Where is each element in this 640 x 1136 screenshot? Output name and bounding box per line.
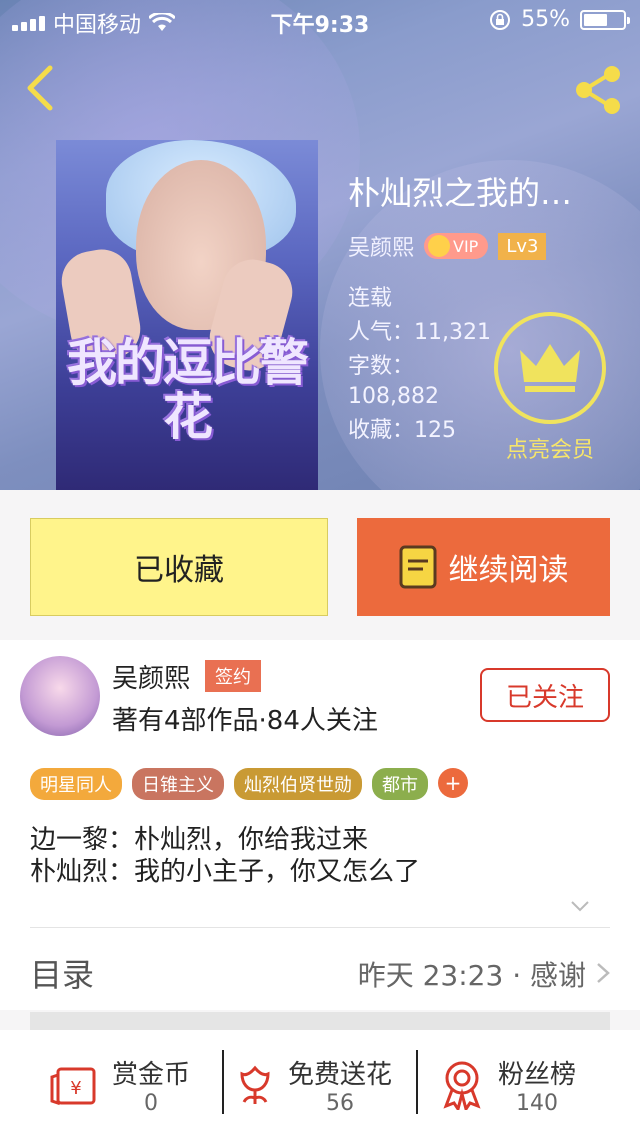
flower-icon [240,1065,270,1104]
serial-status: 连载 [348,286,393,311]
divider [30,927,610,928]
tip-coins-button[interactable]: ¥ 赏金币 0 [48,1050,190,1120]
follow-button[interactable]: 已关注 [480,668,610,722]
tag-item[interactable]: 日锥主义 [132,768,224,800]
book-author[interactable]: 吴颜熙 [348,230,414,262]
chevron-right-icon [597,963,610,983]
divider [416,1050,418,1114]
crown-icon [428,235,451,257]
description-line: 朴灿烈：我的小主子，你又怎么了 [30,857,421,887]
battery-icon [580,9,630,30]
avatar[interactable] [20,656,100,736]
continue-reading-button[interactable]: 继续阅读 [357,518,610,616]
battery-percent: 55% [521,7,570,32]
tag-item[interactable]: 明星同人 [30,768,122,800]
bottom-stats-bar: ¥ 赏金币 0 免费送花 56 粉丝榜 140 [0,1030,640,1136]
book-cover[interactable]: 我的逗比警花 [56,140,318,490]
book-description[interactable]: 边一黎：朴灿烈，你给我过来 朴灿烈：我的小主子，你又怎么了 [30,824,420,888]
svg-text:¥: ¥ [70,1078,81,1099]
section-divider [30,1012,610,1030]
favorited-button[interactable]: 已收藏 [30,518,328,616]
add-tag-button[interactable]: + [438,768,468,798]
tag-item[interactable]: 都市 [372,768,428,800]
book-icon [399,545,436,589]
rotation-lock-icon [490,9,511,30]
author-card[interactable]: 吴颜熙 签约 著有4部作品·84人关注 已关注 [0,640,640,750]
table-of-contents-row[interactable]: 目录 昨天 23:23 · 感谢 [0,930,640,1010]
author-name: 吴颜熙 [112,664,191,694]
member-button[interactable] [494,312,606,424]
author-meta: 著有4部作品·84人关注 [112,706,378,736]
divider [222,1050,224,1114]
fan-ranking-label: 粉丝榜 [498,1060,577,1090]
book-title: 朴灿烈之我的… [348,174,573,212]
toc-updated: 昨天 23:23 · 感谢 [357,959,586,992]
fan-ranking-count: 140 [516,1091,558,1116]
tip-coins-count: 0 [144,1091,158,1116]
signed-badge: 签约 [205,660,261,692]
continue-reading-label: 继续阅读 [448,553,569,588]
tags-and-description: 明星同人 日锥主义 灿烈伯贤世勋 都市 + 边一黎：朴灿烈，你给我过来 朴灿烈：… [0,750,640,930]
level-badge: Lv3 [498,232,547,260]
medal-icon [443,1061,481,1110]
status-bar: 中国移动 下午9:33 55% [0,0,640,40]
tip-coins-label: 赏金币 [112,1060,191,1090]
free-flowers-label: 免费送花 [288,1060,393,1090]
coin-envelope-icon: ¥ [50,1067,96,1106]
back-icon[interactable] [18,62,68,112]
crown-icon [520,344,580,392]
member-label[interactable]: 点亮会员 [490,432,610,464]
tag-item[interactable]: 灿烈伯贤世勋 [234,768,362,800]
free-flowers-count: 56 [326,1091,354,1116]
cover-title: 我的逗比警花 [67,333,309,446]
tag-list: 明星同人 日锥主义 灿烈伯贤世勋 都市 + [30,768,468,800]
share-icon[interactable] [570,62,626,118]
free-flowers-button[interactable]: 免费送花 56 [232,1050,392,1120]
description-line: 边一黎：朴灿烈，你给我过来 [30,825,369,855]
chevron-down-icon[interactable] [570,896,590,916]
toc-label: 目录 [30,956,95,994]
vip-badge: VIP [424,233,489,259]
fan-ranking-button[interactable]: 粉丝榜 140 [440,1050,576,1120]
